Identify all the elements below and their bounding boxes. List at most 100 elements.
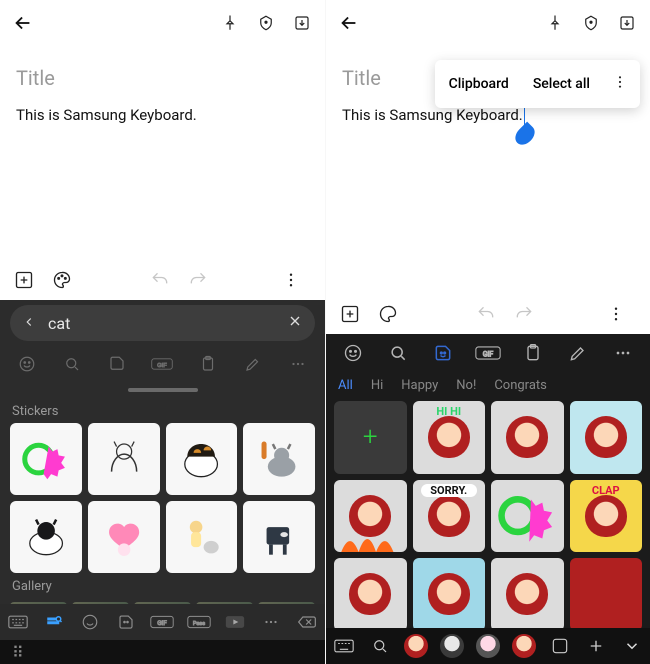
svg-text:GIF: GIF [483,350,494,358]
cat-no[interactable]: No! [456,378,476,393]
kb-backspace-icon[interactable] [292,607,322,637]
sticker-item[interactable]: SORRY. [413,480,486,553]
sticker-item[interactable] [166,501,238,573]
search-back-icon[interactable] [22,314,36,333]
drag-handle[interactable] [128,388,198,392]
kb-search-icon[interactable] [39,607,69,637]
collapse-icon[interactable] [614,628,650,664]
emoji-grid: + HI HI SORRY. CLAP [326,395,650,631]
reminder-icon[interactable] [578,10,604,36]
sticker-item[interactable] [10,423,82,495]
kb-emoji-icon[interactable] [75,607,105,637]
add-icon[interactable] [10,266,38,294]
kb-video-icon[interactable] [220,607,250,637]
back-button[interactable] [10,10,36,36]
palette-icon[interactable] [48,266,76,294]
sticker-item[interactable] [413,558,486,631]
kb-sticker-icon[interactable] [111,607,141,637]
palette-icon[interactable] [374,300,402,328]
sticker-item[interactable] [10,501,82,573]
sticker-item[interactable] [243,501,315,573]
avatar-pack[interactable] [398,628,434,664]
gif-icon[interactable]: GIF [473,338,503,368]
sticker-search-row: cat [0,300,325,346]
avatar-pack[interactable] [470,628,506,664]
search-icon[interactable] [58,350,86,378]
draw-icon[interactable] [563,338,593,368]
svg-text:GIF: GIF [158,619,168,627]
undo-icon[interactable] [146,266,174,294]
sticker-search[interactable]: cat [10,305,315,341]
sticker-item[interactable] [491,480,564,553]
sticker-grid [0,423,325,573]
sticker-icon[interactable] [428,338,458,368]
menu-icon[interactable] [602,300,630,328]
sticker-item[interactable] [334,558,407,631]
topbar [326,0,650,46]
sticker-item[interactable] [570,558,643,631]
clear-icon[interactable] [287,313,303,333]
add-icon[interactable] [336,300,364,328]
menu-clipboard[interactable]: Clipboard [439,72,519,96]
pack-tile[interactable] [542,628,578,664]
body-text[interactable]: This is Samsung Keyboard. [342,106,523,124]
kb-gif-icon[interactable]: GIF [147,607,177,637]
reminder-icon[interactable] [253,10,279,36]
kb-search-icon[interactable] [362,628,398,664]
category-row: All Hi Happy No! Congrats [326,372,650,395]
sticker-icon[interactable] [103,350,131,378]
kb-pass-icon[interactable]: Pass [184,607,214,637]
sticker-item[interactable] [491,401,564,474]
redo-icon[interactable] [184,266,212,294]
menu-selectall[interactable]: Select all [523,72,600,96]
avatar-pack[interactable] [434,628,470,664]
menu-icon[interactable] [277,266,305,294]
avatar-pack[interactable] [506,628,542,664]
sticker-item[interactable] [491,558,564,631]
menu-more-icon[interactable] [604,70,636,98]
save-icon[interactable] [614,10,640,36]
search-icon[interactable] [383,338,413,368]
cat-happy[interactable]: Happy [401,378,438,393]
sticker-item[interactable] [88,423,160,495]
sticker-item[interactable] [334,480,407,553]
draw-icon[interactable] [239,350,267,378]
add-pack-icon[interactable] [578,628,614,664]
cursor-handle[interactable] [511,122,538,149]
keyboard-grid-icon[interactable]: ⠿ [12,643,24,662]
sticker-item[interactable] [243,423,315,495]
search-query[interactable]: cat [48,314,287,333]
panel-right: Clipboard Select all Title This is Samsu… [325,0,650,664]
compose-toolbar [0,260,325,300]
kb-keyboard-icon[interactable] [326,628,362,664]
kb-more-icon[interactable] [256,607,286,637]
add-sticker[interactable]: + [334,401,407,474]
sticker-item[interactable] [570,401,643,474]
sticker-item[interactable]: HI HI [413,401,486,474]
svg-text:Pass: Pass [192,621,204,627]
title-field[interactable]: Title [16,66,309,90]
keyboard-bottom-row: GIF Pass [0,604,325,640]
clipboard-icon[interactable] [194,350,222,378]
save-icon[interactable] [289,10,315,36]
cat-congrats[interactable]: Congrats [494,378,547,393]
kb-keyboard-icon[interactable] [3,607,33,637]
sticker-item[interactable]: CLAP [570,480,643,553]
pin-icon[interactable] [542,10,568,36]
emoji-icon[interactable] [13,350,41,378]
cat-hi[interactable]: Hi [371,378,383,393]
undo-icon[interactable] [472,300,500,328]
pin-icon[interactable] [217,10,243,36]
body-text[interactable]: This is Samsung Keyboard. [16,106,197,124]
redo-icon[interactable] [510,300,538,328]
emoji-icon[interactable] [338,338,368,368]
more-icon[interactable] [284,350,312,378]
gif-icon[interactable]: GIF [148,350,176,378]
clipboard-icon[interactable] [518,338,548,368]
more-icon[interactable] [608,338,638,368]
sticker-item[interactable] [166,423,238,495]
kb-top-row: GIF [326,334,650,372]
back-button[interactable] [336,10,362,36]
cat-all[interactable]: All [338,378,353,393]
sticker-item[interactable] [88,501,160,573]
